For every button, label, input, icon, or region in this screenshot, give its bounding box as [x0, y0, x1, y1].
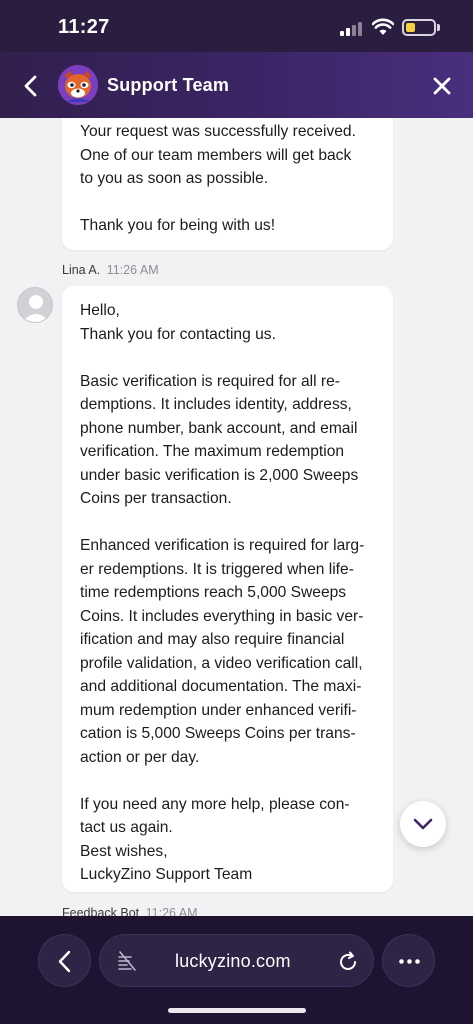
- battery-icon: [402, 19, 436, 36]
- message-time: 11:26 AM: [106, 263, 159, 277]
- sender-name: Feedback Bot: [62, 906, 140, 916]
- chat-header: Support Team: [0, 52, 473, 118]
- scroll-to-bottom-button[interactable]: [400, 801, 446, 847]
- message-line: Coins. It includes everything in basic v…: [80, 607, 364, 625]
- message-line: Best wishes,: [80, 842, 168, 860]
- message-line: LuckyZino Support Team: [80, 866, 253, 883]
- message-line: under basic verification is 2,000 Sweeps: [80, 466, 359, 484]
- message-line: Basic verification is required for all r…: [80, 372, 340, 390]
- battery-tip: [437, 24, 440, 31]
- reader-off-icon[interactable]: [116, 950, 138, 972]
- message-line: Thank you for being with us!: [80, 217, 276, 234]
- message-line: Enhanced verification is required for la…: [80, 537, 365, 554]
- message-line: Hello,: [80, 302, 120, 319]
- message-line: time redemptions reach 5,000 Sweeps: [80, 584, 347, 601]
- red-panda-mascot-icon: [58, 65, 98, 105]
- chevron-left-icon: [58, 950, 71, 973]
- message-line: er redemptions. It is triggered when lif…: [80, 560, 354, 578]
- message-line: mum redemption under enhanced verifi-: [80, 701, 357, 719]
- more-options-button[interactable]: [382, 934, 435, 987]
- message-line: If you need any more help, please con-: [80, 795, 350, 813]
- status-bar: 11:27: [0, 0, 473, 52]
- message-line: action or per day.: [80, 748, 200, 766]
- chevron-left-icon[interactable]: [16, 71, 46, 101]
- message-line: demptions. It includes identity, address…: [80, 396, 352, 413]
- chat-title: Support Team: [107, 75, 230, 95]
- message-line: profile validation, a video verification…: [80, 654, 363, 672]
- status-time: 11:27: [58, 16, 110, 38]
- wifi-icon: [372, 18, 394, 35]
- message-line: One of our team members will get back: [80, 146, 352, 164]
- chevron-down-icon: [413, 818, 433, 830]
- message-line: verification. The maximum redemption: [80, 443, 345, 460]
- message-line: Your request was successfully received.: [80, 123, 356, 140]
- message-line: and additional documentation. The maxi-: [80, 678, 362, 695]
- browser-back-button[interactable]: [38, 934, 91, 987]
- message-list[interactable]: Your request was successfully received. …: [0, 118, 473, 916]
- support-avatar: [58, 65, 98, 105]
- message-bubble-confirmation: Your request was successfully received. …: [62, 118, 393, 250]
- reload-icon[interactable]: [336, 950, 360, 974]
- message-line: cation is 5,000 Sweeps Coins per trans-: [80, 725, 356, 742]
- sender-name: Lina A.: [62, 263, 101, 277]
- sender-meta-bot: Feedback Bot 11:26 AM: [62, 906, 198, 916]
- message-line: phone number, bank account, and email: [80, 419, 358, 437]
- message-line: tact us again.: [80, 819, 173, 836]
- message-bubble-verification: Hello, Thank you for contacting us. Basi…: [62, 286, 393, 892]
- cellular-signal-icon: [340, 22, 364, 36]
- message-line: Thank you for contacting us.: [80, 325, 276, 343]
- message-line: ification and may also require financial: [80, 631, 345, 648]
- more-icon: [399, 959, 420, 964]
- close-icon[interactable]: [428, 72, 456, 100]
- url-text[interactable]: luckyzino.com: [175, 951, 291, 972]
- agent-avatar: [17, 287, 53, 323]
- message-time: 11:26 AM: [145, 906, 198, 916]
- address-bar[interactable]: luckyzino.com: [99, 934, 374, 987]
- person-placeholder-icon: [22, 295, 50, 322]
- message-line: Coins per transaction.: [80, 490, 232, 507]
- browser-toolbar: luckyzino.com: [0, 916, 473, 1024]
- message-line: to you as soon as possible.: [80, 170, 269, 187]
- home-indicator: [168, 1008, 306, 1013]
- sender-meta: Lina A. 11:26 AM: [62, 263, 159, 277]
